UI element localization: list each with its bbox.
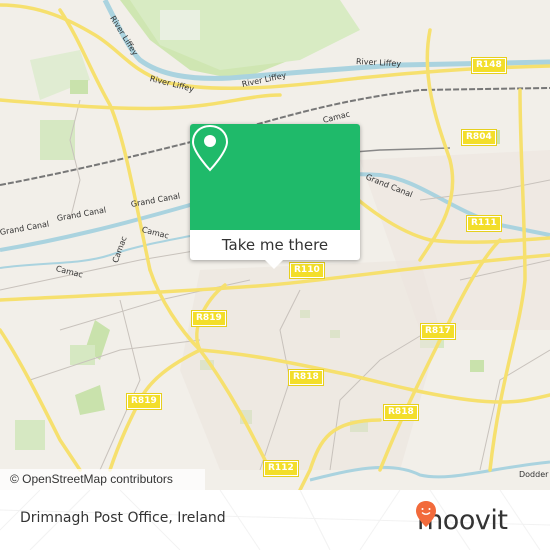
road-label: R817	[420, 323, 456, 340]
road-label: R819	[126, 393, 162, 410]
map-attribution[interactable]: © OpenStreetMap contributors	[0, 469, 205, 490]
road-label: R818	[383, 404, 419, 421]
take-me-there-button[interactable]: Take me there	[190, 230, 360, 260]
road-label: R818	[288, 369, 324, 386]
road-label: R112	[263, 460, 299, 477]
water-label: Dodder	[519, 470, 549, 479]
road-label: R110	[289, 262, 325, 279]
destination-popup: Take me there	[190, 124, 360, 269]
footer: Drimnagh Post Office, Ireland moovit	[0, 490, 550, 550]
moovit-logo[interactable]: moovit	[415, 500, 508, 540]
road-label: R819	[191, 310, 227, 327]
place-name: Drimnagh Post Office, Ireland	[20, 510, 226, 526]
popup-tail	[265, 260, 283, 269]
road-label: R804	[461, 129, 497, 146]
map[interactable]: River Liffey River Liffey River Liffey R…	[0, 0, 550, 490]
road-label: R111	[466, 215, 502, 232]
road-label: R148	[471, 57, 507, 74]
popup-header	[190, 124, 360, 230]
